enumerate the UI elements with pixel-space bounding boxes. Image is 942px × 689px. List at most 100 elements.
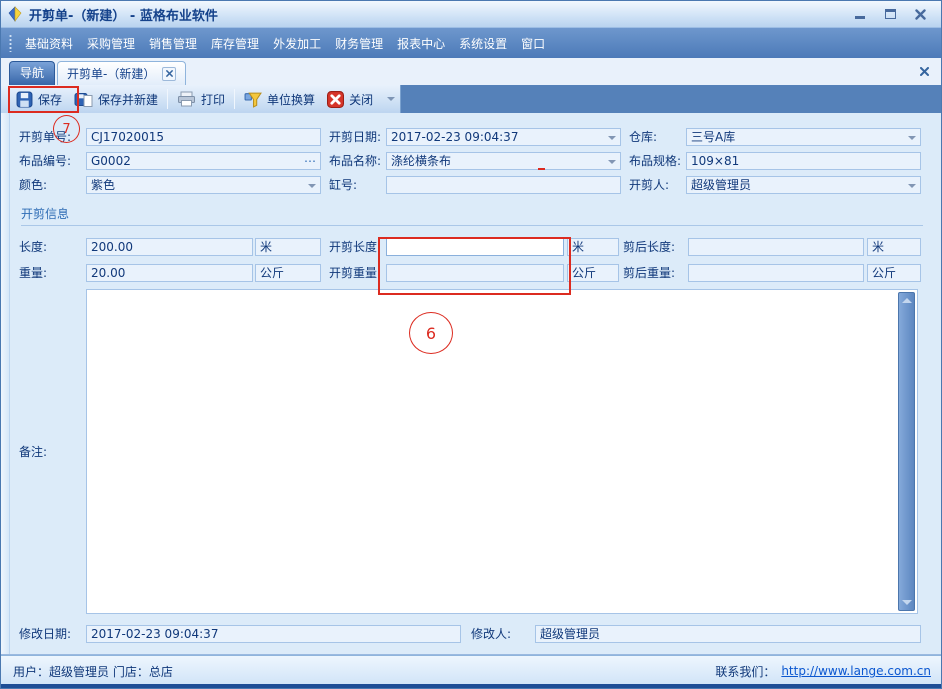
- modified-by-input[interactable]: 超级管理员: [535, 625, 921, 643]
- order-no-label: 开剪单号:: [19, 128, 71, 146]
- order-no-input[interactable]: CJ17020015: [86, 128, 321, 146]
- maximize-button[interactable]: [879, 6, 901, 22]
- cut-info-section-title: 开剪信息: [21, 206, 69, 223]
- print-button[interactable]: 打印: [171, 88, 231, 111]
- close-red-icon: [327, 91, 344, 108]
- menu-item-reports[interactable]: 报表中心: [390, 31, 452, 56]
- cutter-value: 超级管理员: [691, 178, 751, 192]
- fabric-name-combo[interactable]: 涤纶横条布: [386, 152, 621, 170]
- after-weight-label: 剪后重量:: [623, 264, 675, 282]
- scroll-down-icon[interactable]: [902, 600, 912, 605]
- save-and-new-label: 保存并新建: [98, 91, 158, 108]
- weight-input[interactable]: 20.00: [86, 264, 253, 282]
- remark-textarea[interactable]: [86, 289, 918, 614]
- toolbar-separator: [234, 89, 235, 109]
- save-floppy-icon: [16, 91, 33, 108]
- panel-grip[interactable]: [1, 113, 10, 654]
- cut-weight-unit-box: 公斤: [567, 264, 619, 282]
- fabric-spec-label: 布品规格:: [629, 152, 681, 170]
- length-unit-box: 米: [255, 238, 321, 256]
- close-window-button[interactable]: [909, 6, 931, 22]
- after-length-label: 剪后长度:: [623, 238, 675, 256]
- window-controls: [849, 6, 935, 22]
- tab-cutting-order[interactable]: 开剪单-（新建）: [57, 61, 186, 85]
- minimize-icon: [855, 16, 865, 19]
- after-length-unit-box: 米: [867, 238, 921, 256]
- app-window: 开剪单-（新建） - 蓝格布业软件 基础资料 采购管理 销售管理 库存管理 外发…: [0, 0, 942, 689]
- order-date-label: 开剪日期:: [329, 128, 381, 146]
- fabric-code-label: 布品编号:: [19, 152, 71, 170]
- window-title: 开剪单-（新建） - 蓝格布业软件: [29, 5, 218, 24]
- remark-label: 备注:: [19, 443, 47, 461]
- tabstrip-close-icon: [920, 67, 929, 76]
- chevron-down-icon[interactable]: [608, 136, 616, 140]
- color-combo[interactable]: 紫色: [86, 176, 321, 194]
- order-date-value: 2017-02-23 09:04:37: [391, 130, 518, 144]
- window-bottom-edge: [1, 684, 941, 688]
- tab-close-icon: [166, 70, 173, 77]
- tab-navigation[interactable]: 导航: [9, 61, 55, 85]
- close-form-button[interactable]: 关闭: [321, 88, 379, 111]
- remark-scrollbar[interactable]: [898, 292, 915, 611]
- chevron-down-icon[interactable]: [908, 136, 916, 140]
- contact-label: 联系我们：: [715, 663, 775, 680]
- close-dropdown-arrow[interactable]: [387, 97, 395, 101]
- save-button[interactable]: 保存: [10, 88, 68, 111]
- menu-item-settings[interactable]: 系统设置: [452, 31, 514, 56]
- fabric-name-value: 涤纶横条布: [391, 154, 451, 168]
- chevron-down-icon[interactable]: [308, 184, 316, 188]
- fabric-code-input[interactable]: G0002 ⋯: [86, 152, 321, 170]
- cut-length-label: 开剪长度:: [329, 238, 381, 256]
- order-date-combo[interactable]: 2017-02-23 09:04:37: [386, 128, 621, 146]
- warehouse-value: 三号A库: [691, 130, 735, 144]
- save-and-new-button[interactable]: 保存并新建: [68, 88, 164, 111]
- menu-item-outsourcing[interactable]: 外发加工: [266, 31, 328, 56]
- modified-date-label: 修改日期:: [19, 625, 71, 643]
- lookup-ellipsis-button[interactable]: ⋯: [304, 154, 317, 168]
- menu-item-purchase[interactable]: 采购管理: [80, 31, 142, 56]
- cut-length-input[interactable]: [386, 238, 564, 256]
- tab-label: 开剪单-（新建）: [67, 65, 155, 82]
- cutter-combo[interactable]: 超级管理员: [686, 176, 921, 194]
- maximize-icon: [885, 9, 896, 19]
- app-logo-icon: [7, 6, 23, 22]
- modified-date-input[interactable]: 2017-02-23 09:04:37: [86, 625, 461, 643]
- length-input[interactable]: 200.00: [86, 238, 253, 256]
- color-value: 紫色: [91, 178, 115, 192]
- vat-no-input[interactable]: [386, 176, 621, 194]
- save-label: 保存: [38, 91, 62, 108]
- menu-item-sales[interactable]: 销售管理: [142, 31, 204, 56]
- length-label: 长度:: [19, 238, 47, 256]
- unit-convert-button[interactable]: 单位换算: [238, 88, 321, 111]
- menu-bar: 基础资料 采购管理 销售管理 库存管理 外发加工 财务管理 报表中心 系统设置 …: [1, 28, 941, 58]
- toolbar: 保存 保存并新建 打印: [1, 85, 941, 113]
- fabric-spec-input[interactable]: 109×81: [686, 152, 921, 170]
- chevron-down-icon[interactable]: [908, 184, 916, 188]
- modified-by-label: 修改人:: [471, 625, 511, 643]
- fabric-name-label: 布品名称:: [329, 152, 381, 170]
- tabstrip-close-button[interactable]: [917, 64, 931, 78]
- close-form-label: 关闭: [349, 91, 373, 108]
- after-weight-input[interactable]: [688, 264, 864, 282]
- chevron-down-icon[interactable]: [608, 160, 616, 164]
- close-icon: [915, 9, 926, 20]
- fabric-code-value: G0002: [91, 154, 131, 168]
- tab-close-button[interactable]: [162, 67, 176, 81]
- warehouse-combo[interactable]: 三号A库: [686, 128, 921, 146]
- after-weight-unit-box: 公斤: [867, 264, 921, 282]
- cut-weight-label: 开剪重量:: [329, 264, 381, 282]
- title-bar: 开剪单-（新建） - 蓝格布业软件: [1, 1, 941, 28]
- website-link[interactable]: http://www.lange.com.cn: [781, 664, 931, 678]
- minimize-button[interactable]: [849, 6, 871, 22]
- print-label: 打印: [201, 91, 225, 108]
- cut-weight-input[interactable]: [386, 264, 564, 282]
- menu-item-finance[interactable]: 财务管理: [328, 31, 390, 56]
- color-label: 颜色:: [19, 176, 47, 194]
- after-length-input[interactable]: [688, 238, 864, 256]
- menu-item-base-data[interactable]: 基础资料: [18, 31, 80, 56]
- toolbar-separator: [167, 89, 168, 109]
- menu-grip-handle: [9, 34, 12, 52]
- menu-item-inventory[interactable]: 库存管理: [204, 31, 266, 56]
- scroll-up-icon[interactable]: [902, 298, 912, 303]
- menu-item-window[interactable]: 窗口: [514, 31, 552, 56]
